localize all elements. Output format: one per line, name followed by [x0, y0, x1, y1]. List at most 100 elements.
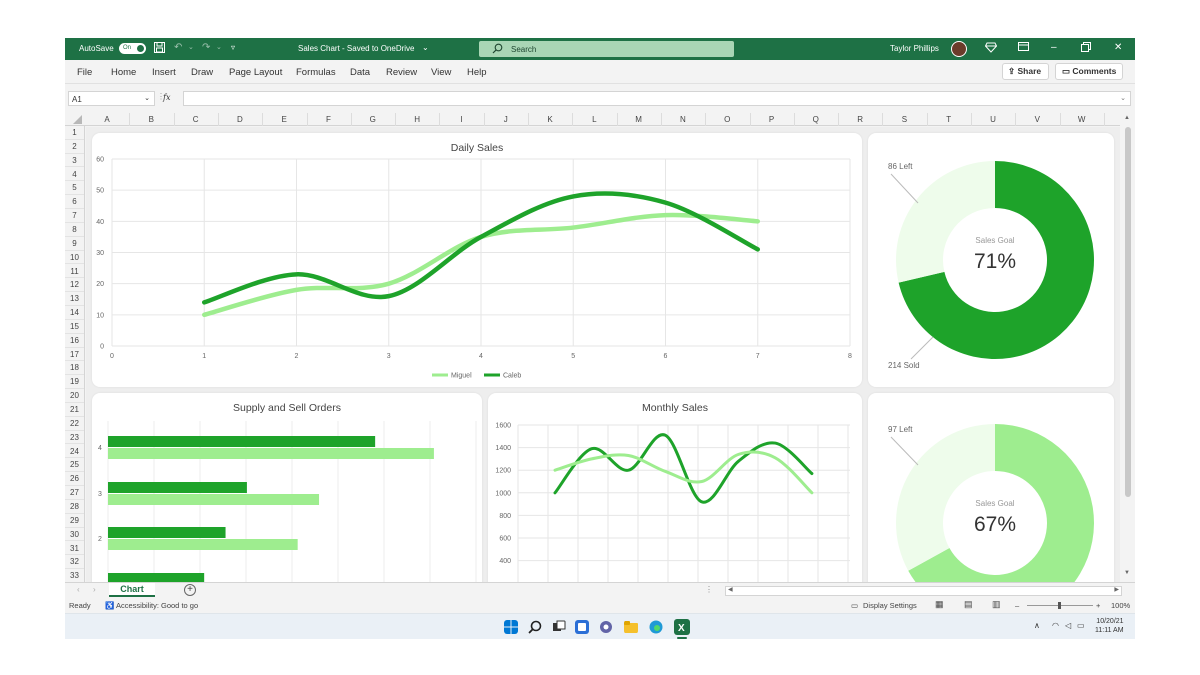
widgets-icon[interactable] — [575, 620, 589, 634]
volume-icon[interactable]: ◁ — [1065, 621, 1071, 630]
column-header[interactable]: V — [1015, 115, 1059, 124]
row-header[interactable]: 16 — [65, 334, 84, 348]
tab-page-layout[interactable]: Page Layout — [229, 67, 282, 78]
row-header[interactable]: 11 — [65, 265, 84, 279]
scroll-down-icon[interactable]: ▼ — [1124, 570, 1130, 576]
column-header[interactable]: O — [705, 115, 749, 124]
insert-function-button[interactable]: fx — [163, 93, 170, 102]
row-header[interactable]: 2 — [65, 140, 84, 154]
row-header[interactable]: 3 — [65, 154, 84, 168]
vertical-scrollbar[interactable]: ▲ ▼ — [1121, 113, 1135, 583]
row-header[interactable]: 17 — [65, 348, 84, 362]
column-header[interactable]: K — [528, 115, 572, 124]
share-button[interactable]: ⇪ Share — [1002, 63, 1049, 80]
ribbon-display-icon[interactable] — [1018, 42, 1029, 55]
select-all-corner[interactable] — [65, 113, 85, 126]
undo-icon[interactable]: ↶ — [174, 42, 182, 54]
autosave-toggle[interactable]: On — [119, 43, 146, 54]
tab-review[interactable]: Review — [386, 67, 417, 78]
row-header[interactable]: 25 — [65, 458, 84, 473]
row-header[interactable]: 12 — [65, 278, 84, 293]
name-box[interactable]: A1 ⌄ — [68, 91, 155, 106]
user-name[interactable]: Taylor Phillips — [890, 44, 939, 53]
worksheet-grid[interactable]: Daily Sales 0 10 20 30 40 50 60 0 1 2 3 4 5 6 7 8 Miguel… — [86, 127, 1120, 582]
column-header[interactable]: L — [572, 115, 616, 124]
file-explorer-icon[interactable] — [624, 620, 638, 634]
column-header[interactable]: H — [395, 115, 439, 124]
search-icon[interactable] — [528, 620, 542, 634]
zoom-slider-thumb[interactable] — [1058, 602, 1061, 609]
column-header[interactable]: C — [174, 115, 218, 124]
row-header[interactable]: 18 — [65, 361, 84, 376]
column-header[interactable]: M — [617, 115, 661, 124]
tab-view[interactable]: View — [431, 67, 451, 78]
column-header[interactable]: D — [218, 115, 262, 124]
column-header[interactable]: P — [750, 115, 794, 124]
row-header[interactable]: 14 — [65, 306, 84, 320]
scroll-thumb[interactable] — [1125, 127, 1131, 497]
column-header[interactable]: N — [661, 115, 705, 124]
column-header[interactable]: W — [1060, 115, 1104, 124]
start-icon[interactable] — [504, 620, 518, 634]
row-header[interactable]: 20 — [65, 389, 84, 403]
next-sheet-icon[interactable]: › — [93, 585, 96, 594]
row-header[interactable]: 1 — [65, 126, 84, 140]
row-header[interactable]: 33 — [65, 569, 84, 582]
page-break-view-icon[interactable]: ▥ — [992, 599, 1001, 610]
column-header[interactable]: Q — [794, 115, 838, 124]
row-header[interactable]: 21 — [65, 403, 84, 417]
chevron-down-icon[interactable]: ⌄ — [144, 94, 150, 102]
tab-formulas[interactable]: Formulas — [296, 67, 336, 78]
row-header[interactable]: 27 — [65, 486, 84, 500]
column-header[interactable]: B — [129, 115, 173, 124]
zoom-slider[interactable] — [1027, 602, 1093, 609]
chevron-up-icon[interactable]: ∧ — [1034, 621, 1040, 630]
display-settings-button[interactable]: Display Settings — [863, 601, 917, 610]
add-sheet-icon[interactable]: + — [184, 584, 196, 596]
document-title[interactable]: Sales Chart - Saved to OneDrive — [298, 44, 415, 53]
column-header[interactable]: E — [262, 115, 306, 124]
row-header[interactable]: 26 — [65, 472, 84, 487]
daily-sales-chart[interactable]: Daily Sales 0 10 20 30 40 50 60 0 1 2 3 4 5 6 7 8 Miguel… — [92, 133, 862, 387]
battery-icon[interactable]: ▭ — [1077, 621, 1085, 630]
row-header[interactable]: 31 — [65, 542, 84, 556]
row-header[interactable]: 13 — [65, 292, 84, 306]
sales-goal-donut-2[interactable]: 97 Left Sales Goal 67% — [868, 393, 1114, 582]
customize-qat-icon[interactable]: ▿ — [231, 42, 235, 54]
horizontal-scrollbar[interactable]: ◀ ▶ — [725, 586, 1122, 596]
column-divider[interactable] — [1103, 113, 1105, 126]
supply-sell-chart[interactable]: Supply and Sell Orders 432 — [92, 393, 482, 582]
tab-file[interactable]: File — [77, 67, 92, 78]
column-header[interactable]: A — [85, 115, 129, 124]
row-header[interactable]: 10 — [65, 251, 84, 265]
scroll-up-icon[interactable]: ▲ — [1124, 115, 1130, 121]
search-input[interactable]: Search — [479, 41, 734, 57]
splitter-icon[interactable]: ⋮ — [705, 585, 713, 594]
zoom-level[interactable]: 100% — [1111, 601, 1130, 610]
expand-formula-icon[interactable]: ⌄ — [1120, 94, 1126, 102]
row-header[interactable]: 5 — [65, 181, 84, 196]
chevron-down-icon[interactable]: ⌄ — [422, 42, 429, 54]
accessibility-status[interactable]: Accessibility: Good to go — [116, 601, 198, 610]
monthly-sales-chart[interactable]: Monthly Sales 1600 1400 1200 1000 800 600 400 — [488, 393, 862, 582]
column-header[interactable]: F — [307, 115, 351, 124]
diamond-icon[interactable] — [984, 42, 998, 57]
scroll-left-icon[interactable]: ◀ — [728, 586, 733, 593]
wifi-icon[interactable]: ◠ — [1052, 621, 1059, 630]
redo-icon[interactable]: ↷ — [202, 42, 210, 54]
sheet-tab-chart[interactable]: Chart — [109, 583, 155, 597]
row-header[interactable]: 30 — [65, 528, 84, 542]
tab-insert[interactable]: Insert — [152, 67, 176, 78]
comments-button[interactable]: ▭ Comments — [1055, 63, 1123, 80]
row-header[interactable]: 24 — [65, 445, 84, 459]
zoom-in-icon[interactable]: + — [1096, 601, 1100, 610]
column-header[interactable]: T — [927, 115, 971, 124]
column-header[interactable]: R — [838, 115, 882, 124]
zoom-out-icon[interactable]: – — [1015, 601, 1019, 610]
column-header[interactable]: I — [439, 115, 483, 124]
edge-icon[interactable] — [649, 620, 663, 634]
row-header[interactable]: 8 — [65, 223, 84, 237]
row-header[interactable]: 19 — [65, 375, 84, 390]
row-header[interactable]: 22 — [65, 417, 84, 431]
column-header[interactable]: U — [971, 115, 1015, 124]
